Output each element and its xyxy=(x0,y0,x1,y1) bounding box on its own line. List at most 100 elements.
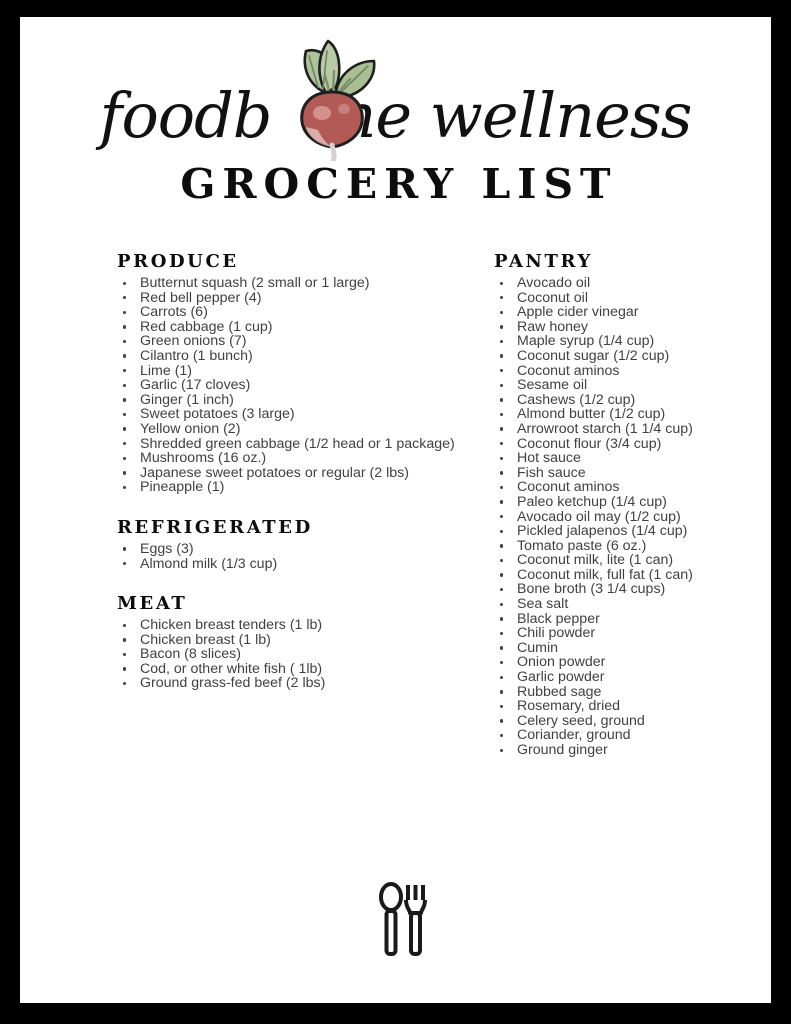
list-item-label: Hot sauce xyxy=(517,450,581,467)
list-item-label: Red cabbage (1 cup) xyxy=(140,318,273,335)
section-heading-meat: MEAT xyxy=(117,593,188,615)
list-item: Pickled jalapenos (1/4 cup) xyxy=(494,524,764,539)
list-item: Chicken breast tenders (1 lb) xyxy=(117,618,507,633)
list-item-label: Cod, or other white fish ( 1lb) xyxy=(140,660,323,677)
left-column: PRODUCE Butternut squash (2 small or 1 l… xyxy=(117,250,507,691)
bullet-icon xyxy=(500,500,504,504)
list-item: Coconut aminos xyxy=(494,363,764,379)
list-item: Butternut squash (2 small or 1 large) xyxy=(117,276,507,291)
list-item-label: Coconut milk, full fat (1 can) xyxy=(517,566,693,583)
bullet-icon xyxy=(123,354,127,358)
bullet-icon xyxy=(123,562,127,566)
list-item-label: Coconut aminos xyxy=(517,479,620,496)
list-item-label: Apple cider vinegar xyxy=(517,304,639,321)
list-item-label: Celery seed, ground xyxy=(517,712,645,729)
bullet-icon xyxy=(123,325,127,329)
list-item: Chicken breast (1 lb) xyxy=(117,631,507,648)
list-item-label: Coconut milk, lite (1 can) xyxy=(517,552,674,569)
list-item-label: Sesame oil xyxy=(517,377,588,394)
bullet-icon xyxy=(123,442,127,446)
list-item-label: Garlic powder xyxy=(517,669,605,686)
list-item: Sea salt xyxy=(494,597,764,612)
list-item-label: Paleo ketchup (1/4 cup) xyxy=(517,493,667,510)
bullet-icon xyxy=(500,602,504,606)
list-item: Raw honey xyxy=(494,319,764,335)
bullet-icon xyxy=(123,427,127,431)
list-item: Onion powder xyxy=(494,655,764,670)
list-item: Coconut sugar (1/2 cup) xyxy=(494,349,764,364)
list-item: Shredded green cabbage (1/2 head or 1 pa… xyxy=(117,435,507,452)
bullet-icon xyxy=(500,660,504,665)
list-item: Apple cider vinegar xyxy=(494,305,764,320)
bullet-icon xyxy=(500,733,504,738)
list-item-label: Arrowroot starch (1 1/4 cup) xyxy=(517,420,693,437)
list-item: Almond milk (1/3 cup) xyxy=(117,556,507,572)
list-item: Mushrooms (16 oz.) xyxy=(117,451,507,466)
bullet-icon xyxy=(500,631,504,636)
list-item: Fish sauce xyxy=(494,464,764,481)
bullet-icon xyxy=(123,398,127,402)
list-item-label: Sweet potatoes (3 large) xyxy=(140,406,295,423)
list-item-label: Coconut oil xyxy=(517,289,588,306)
bullet-icon xyxy=(123,281,127,285)
list-item: Ground ginger xyxy=(494,743,764,758)
pantry-list: Avocado oil Coconut oil Apple cider vinega… xyxy=(494,276,764,758)
list-item-label: Ginger (1 inch) xyxy=(140,391,234,408)
list-item: Rosemary, dried xyxy=(494,699,764,714)
list-item-label: Sea salt xyxy=(517,596,569,613)
bullet-icon xyxy=(500,646,504,650)
bullet-icon xyxy=(123,456,127,461)
list-item: Bacon (8 slices) xyxy=(117,647,507,662)
list-item-label: Mushrooms (16 oz.) xyxy=(140,450,267,467)
list-item: Ginger (1 inch) xyxy=(117,391,507,408)
list-item: Coconut milk, full fat (1 can) xyxy=(494,568,764,583)
list-item: Red bell pepper (4) xyxy=(117,290,507,306)
list-item: Garlic (17 cloves) xyxy=(117,378,507,393)
bullet-icon xyxy=(500,296,504,300)
bullet-icon xyxy=(500,412,504,417)
refrigerated-list: Eggs (3) Almond milk (1/3 cup) xyxy=(117,542,507,571)
list-item: Paleo ketchup (1/4 cup) xyxy=(494,495,764,510)
section-heading-produce: PRODUCE xyxy=(117,251,239,272)
list-item: Lime (1) xyxy=(117,363,507,379)
bullet-icon xyxy=(123,547,127,551)
list-item-label: Coconut sugar (1/2 cup) xyxy=(517,347,670,364)
right-column: PANTRY Avocado oil Coconut oil Apple cider… xyxy=(494,250,764,758)
list-item: Pineapple (1) xyxy=(117,480,507,495)
list-item-label: Cumin xyxy=(517,639,558,656)
list-item-label: Fish sauce xyxy=(517,464,586,481)
list-item: Coconut milk, lite (1 can) xyxy=(494,553,764,568)
list-item-label: Black pepper xyxy=(517,610,600,627)
bullet-icon xyxy=(500,442,504,446)
bullet-icon xyxy=(123,485,127,490)
bullet-icon xyxy=(123,471,127,475)
list-item: Coconut aminos xyxy=(494,480,764,495)
list-item-label: Japanese sweet potatoes or regular (2 lb… xyxy=(140,464,409,481)
list-item: Cod, or other white fish ( 1lb) xyxy=(117,662,507,677)
list-item-label: Ground grass-fed beef (2 lbs) xyxy=(140,675,326,692)
list-item-label: Almond butter (1/2 cup) xyxy=(517,406,666,423)
list-item-label: Shredded green cabbage (1/2 head or 1 pa… xyxy=(140,435,455,452)
list-item: Coconut flour (3/4 cup) xyxy=(494,436,764,452)
bullet-icon xyxy=(500,471,504,475)
list-item: Carrots (6) xyxy=(117,305,507,320)
section-meat: MEAT Chicken breast tenders (1 lb) Chicke… xyxy=(117,592,507,691)
list-item: Sweet potatoes (3 large) xyxy=(117,407,507,422)
list-item-label: Cilantro (1 bunch) xyxy=(140,347,253,364)
list-item: Chili powder xyxy=(494,626,764,641)
bullet-icon xyxy=(500,369,504,373)
list-item-label: Chicken breast (1 lb) xyxy=(140,631,271,648)
list-item-label: Cashews (1/2 cup) xyxy=(517,391,636,408)
list-item: Cilantro (1 bunch) xyxy=(117,349,507,364)
list-item-label: Onion powder xyxy=(517,654,606,671)
list-item: Arrowroot starch (1 1/4 cup) xyxy=(494,422,764,437)
bullet-icon xyxy=(123,681,127,686)
list-item-label: Eggs (3) xyxy=(140,540,194,557)
list-item: Coconut oil xyxy=(494,289,764,306)
bullet-icon xyxy=(500,587,504,592)
page-border: foodborne wellness GROCERY xyxy=(0,0,791,1024)
list-item: Ground grass-fed beef (2 lbs) xyxy=(117,676,507,691)
page-title: GROCERY LIST xyxy=(180,160,618,208)
bullet-icon xyxy=(500,704,504,709)
list-item: Yellow onion (2) xyxy=(117,422,507,437)
